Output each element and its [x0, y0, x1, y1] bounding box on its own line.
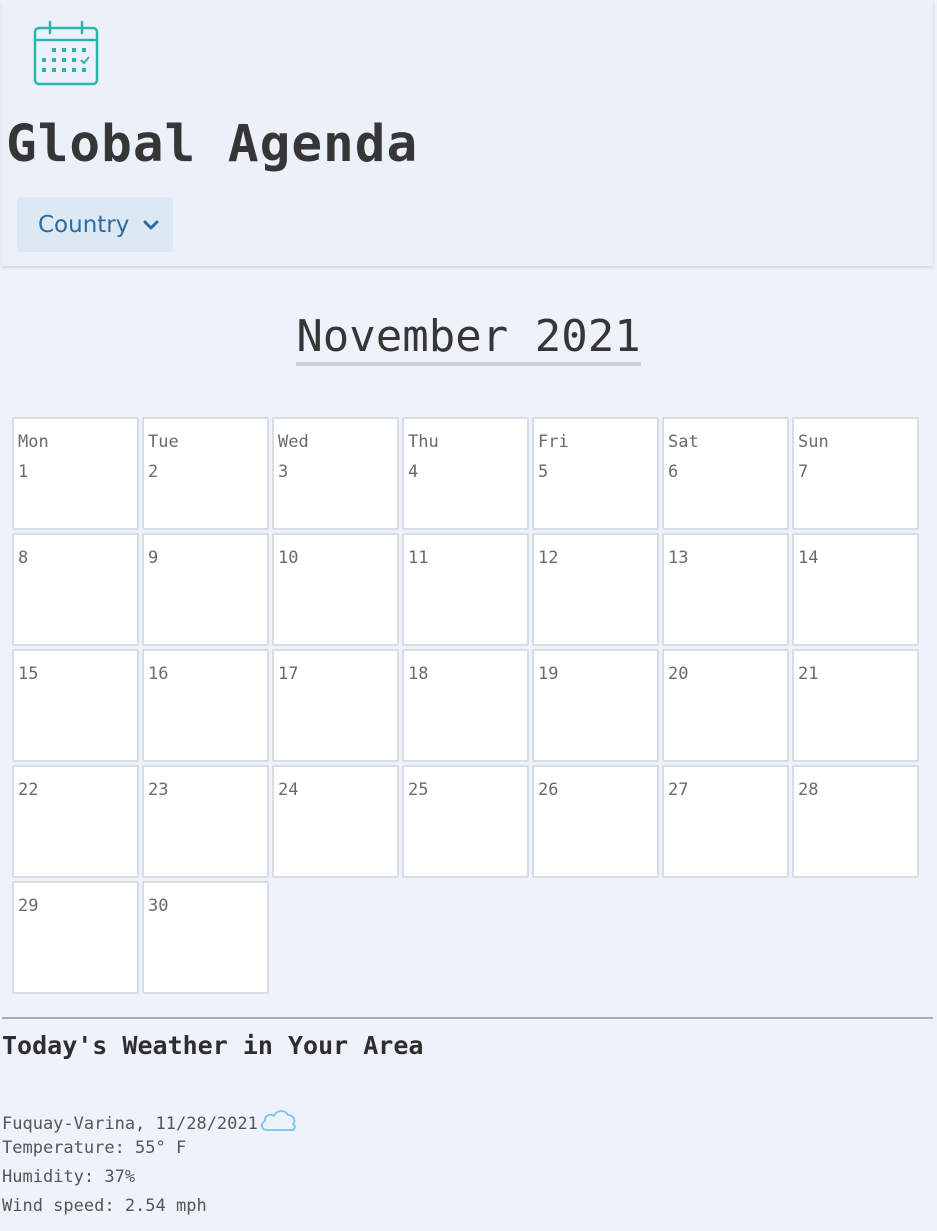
weather-wind-speed: Wind speed: 2.54 mph [2, 1196, 207, 1216]
day-number: 24 [278, 780, 299, 800]
calendar-day-cell[interactable]: Fri 5 [532, 417, 659, 530]
day-name-label: Fri [538, 432, 569, 452]
calendar-day-cell[interactable]: 21 [792, 649, 919, 762]
app-header: Global Agenda Country [2, 0, 933, 266]
day-number: 14 [798, 548, 819, 568]
day-name-label: Thu [408, 432, 439, 452]
day-number: 5 [538, 462, 549, 482]
day-number: 9 [148, 548, 159, 568]
weather-location-date: Fuquay-Varina, 11/28/2021 [2, 1114, 258, 1134]
day-number: 22 [18, 780, 39, 800]
day-name-label: Tue [148, 432, 179, 452]
calendar-day-cell[interactable]: 12 [532, 533, 659, 646]
calendar-day-cell[interactable]: Mon 1 [12, 417, 139, 530]
calendar-day-cell[interactable]: 29 [12, 881, 139, 994]
calendar-day-cell[interactable]: 9 [142, 533, 269, 646]
day-number: 1 [18, 462, 29, 482]
calendar-day-cell[interactable]: 24 [272, 765, 399, 878]
calendar-day-cell[interactable]: 27 [662, 765, 789, 878]
day-number: 21 [798, 664, 819, 684]
calendar-day-cell[interactable]: 8 [12, 533, 139, 646]
day-number: 2 [148, 462, 159, 482]
day-number: 3 [278, 462, 289, 482]
day-number: 26 [538, 780, 559, 800]
day-number: 7 [798, 462, 809, 482]
calendar-day-cell[interactable]: 26 [532, 765, 659, 878]
calendar-empty-cell [272, 881, 399, 994]
calendar-day-cell[interactable]: 11 [402, 533, 529, 646]
calendar-day-cell[interactable]: Tue 2 [142, 417, 269, 530]
calendar-empty-cell [402, 881, 529, 994]
day-number: 29 [18, 896, 39, 916]
day-name-label: Sun [798, 432, 829, 452]
weather-location-row: Fuquay-Varina, 11/28/2021 [2, 1106, 298, 1136]
calendar-day-cell[interactable]: 28 [792, 765, 919, 878]
day-number: 20 [668, 664, 689, 684]
day-number: 27 [668, 780, 689, 800]
day-number: 13 [668, 548, 689, 568]
calendar-day-cell[interactable]: 10 [272, 533, 399, 646]
calendar-day-cell[interactable]: 17 [272, 649, 399, 762]
calendar-day-cell[interactable]: 14 [792, 533, 919, 646]
calendar-day-cell[interactable]: 20 [662, 649, 789, 762]
section-divider [2, 1017, 933, 1019]
calendar-day-cell[interactable]: 19 [532, 649, 659, 762]
day-name-label: Sat [668, 432, 699, 452]
day-number: 6 [668, 462, 679, 482]
day-number: 25 [408, 780, 429, 800]
calendar-grid: Mon 1 Tue 2 Wed 3 Thu 4 Fri 5 Sat 6 Sun 7 8 9 10 11 12 13 14… [12, 417, 924, 994]
day-number: 15 [18, 664, 39, 684]
day-number: 8 [18, 548, 29, 568]
calendar-day-cell[interactable]: 30 [142, 881, 269, 994]
day-number: 16 [148, 664, 169, 684]
calendar-day-cell[interactable]: 13 [662, 533, 789, 646]
cloud-icon [260, 1110, 296, 1132]
country-button-label: Country [38, 211, 130, 238]
calendar-empty-cell [662, 881, 789, 994]
day-number: 11 [408, 548, 429, 568]
calendar-check-icon [33, 20, 99, 86]
day-number: 17 [278, 664, 299, 684]
month-title: November 2021 [0, 305, 937, 369]
app-title: Global Agenda [6, 115, 419, 174]
calendar-day-cell[interactable]: 16 [142, 649, 269, 762]
day-name-label: Wed [278, 432, 309, 452]
calendar-day-cell[interactable]: 23 [142, 765, 269, 878]
day-number: 28 [798, 780, 819, 800]
weather-temperature: Temperature: 55° F [2, 1138, 187, 1158]
calendar-day-cell[interactable]: 22 [12, 765, 139, 878]
calendar-day-cell[interactable]: 15 [12, 649, 139, 762]
day-number: 4 [408, 462, 419, 482]
calendar-empty-cell [532, 881, 659, 994]
day-number: 19 [538, 664, 559, 684]
weather-heading: Today's Weather in Your Area [2, 1031, 424, 1060]
calendar-day-cell[interactable]: Thu 4 [402, 417, 529, 530]
day-number: 18 [408, 664, 429, 684]
calendar-day-cell[interactable]: 25 [402, 765, 529, 878]
month-title-text: November 2021 [296, 311, 641, 366]
calendar-empty-cell [792, 881, 919, 994]
day-number: 30 [148, 896, 169, 916]
country-dropdown-button[interactable]: Country [17, 197, 173, 252]
day-number: 12 [538, 548, 559, 568]
weather-humidity: Humidity: 37% [2, 1167, 136, 1187]
calendar-day-cell[interactable]: Sun 7 [792, 417, 919, 530]
calendar-day-cell[interactable]: Wed 3 [272, 417, 399, 530]
day-number: 10 [278, 548, 299, 568]
calendar-day-cell[interactable]: 18 [402, 649, 529, 762]
day-name-label: Mon [18, 432, 49, 452]
chevron-down-icon [143, 220, 159, 229]
calendar-day-cell[interactable]: Sat 6 [662, 417, 789, 530]
day-number: 23 [148, 780, 169, 800]
